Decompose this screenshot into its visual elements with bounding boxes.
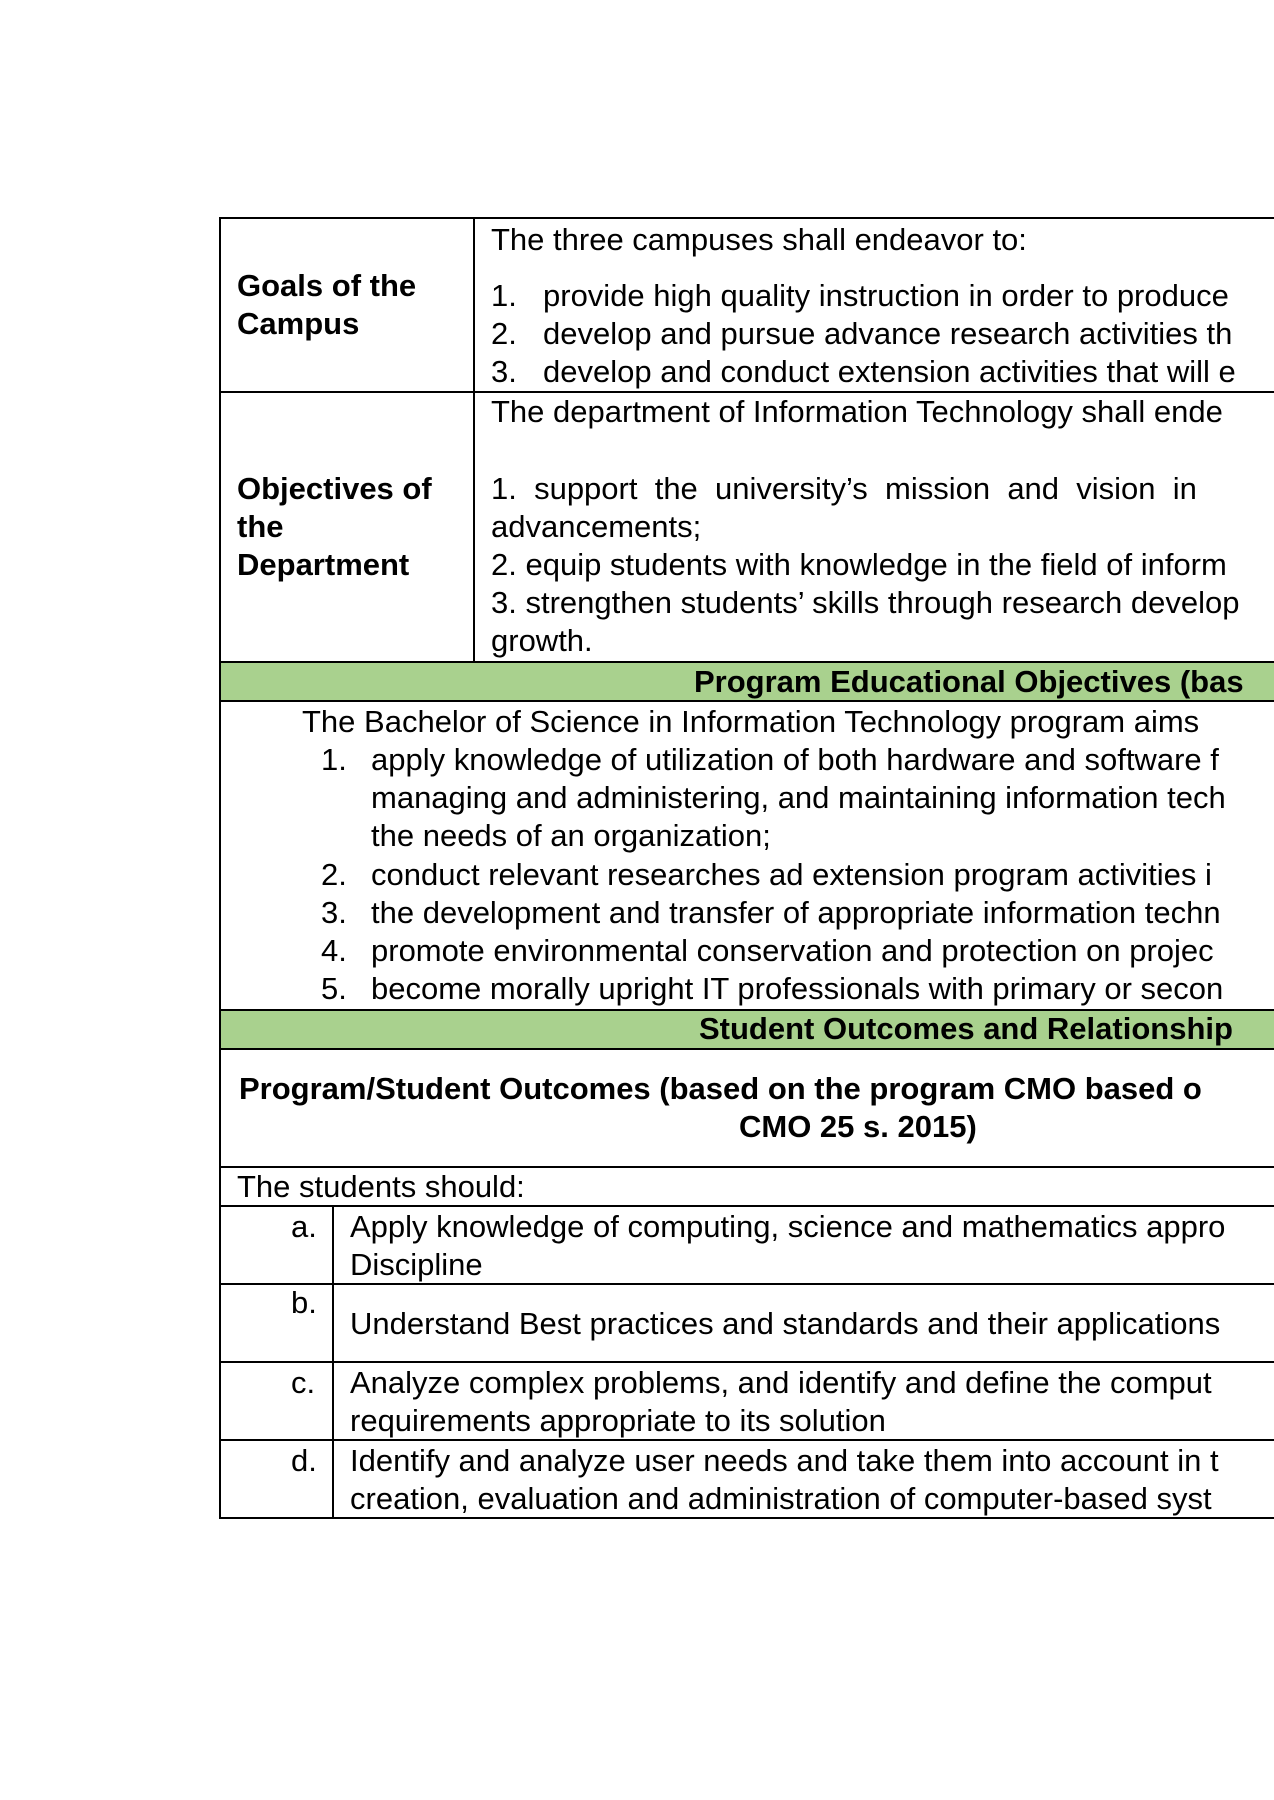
peo-num: 3. [321,895,347,930]
objectives-label: Objectives of the Department [237,471,432,582]
peo-item-line: apply knowledge of utilization of both h… [371,742,1219,777]
goals-list-item: 1. provide high quality instruction in or… [491,278,1229,313]
table-border-top [219,217,1274,219]
peo-intro: The Bachelor of Science in Information T… [302,704,1200,739]
objectives-line: growth. [491,623,593,658]
so-item-line: Identify and analyze user needs and take… [350,1443,1219,1478]
peo-item-line: managing and administering, and maintain… [371,780,1226,815]
so-letter: a. [291,1209,317,1244]
peo-num: 4. [321,933,347,968]
so-item-line: Understand Best practices and standards … [350,1306,1221,1341]
objectives-line: 3. strengthen students’ skills through r… [491,585,1240,620]
peo-num: 2. [321,857,347,892]
goals-label: Goals of the Campus [237,268,417,341]
table-border-left [219,217,221,1519]
so-item-line: Apply knowledge of computing, science an… [350,1209,1226,1244]
document-page: Goals of the Campus The three campuses sh… [0,0,1274,1800]
so-letter: b. [291,1285,317,1320]
row-divider [219,1048,1274,1050]
so-subheading: Program/Student Outcomes (based on the p… [239,1071,1202,1106]
objectives-intro: The department of Information Technology… [491,394,1223,429]
goals-intro: The three campuses shall endeavor to: [491,222,1027,257]
so-subheading: CMO 25 s. 2015) [739,1109,977,1144]
column-divider [332,1205,334,1519]
so-letter: d. [291,1443,317,1478]
objectives-line: advancements; [491,509,702,544]
column-divider [473,217,475,663]
peo-item-line: the development and transfer of appropri… [371,895,1221,930]
so-item-line: creation, evaluation and administration … [350,1481,1212,1516]
peo-num: 1. [321,742,347,777]
peo-item-line: promote environmental conservation and p… [371,933,1214,968]
goals-list-item: 2. develop and pursue advance research ac… [491,316,1233,351]
row-divider [219,1361,1274,1363]
goals-list-item: 3. develop and conduct extension activiti… [491,354,1236,389]
so-heading: Student Outcomes and Relationship [699,1011,1233,1046]
peo-item-line: conduct relevant researches ad extension… [371,857,1212,892]
so-item-line: requirements appropriate to its solution [350,1403,886,1438]
objectives-line: 2. equip students with knowledge in the … [491,547,1227,582]
peo-item-line: the needs of an organization; [371,818,771,853]
so-letter: c. [291,1365,316,1400]
so-intro: The students should: [237,1169,525,1204]
objectives-line: 1. support the university’s mission and … [491,471,1197,506]
peo-heading: Program Educational Objectives (bas [694,664,1244,699]
peo-item-line: become morally upright IT professionals … [371,971,1224,1006]
peo-num: 5. [321,971,347,1006]
so-item-line: Analyze complex problems, and identify a… [350,1365,1212,1400]
so-item-line: Discipline [350,1247,483,1282]
